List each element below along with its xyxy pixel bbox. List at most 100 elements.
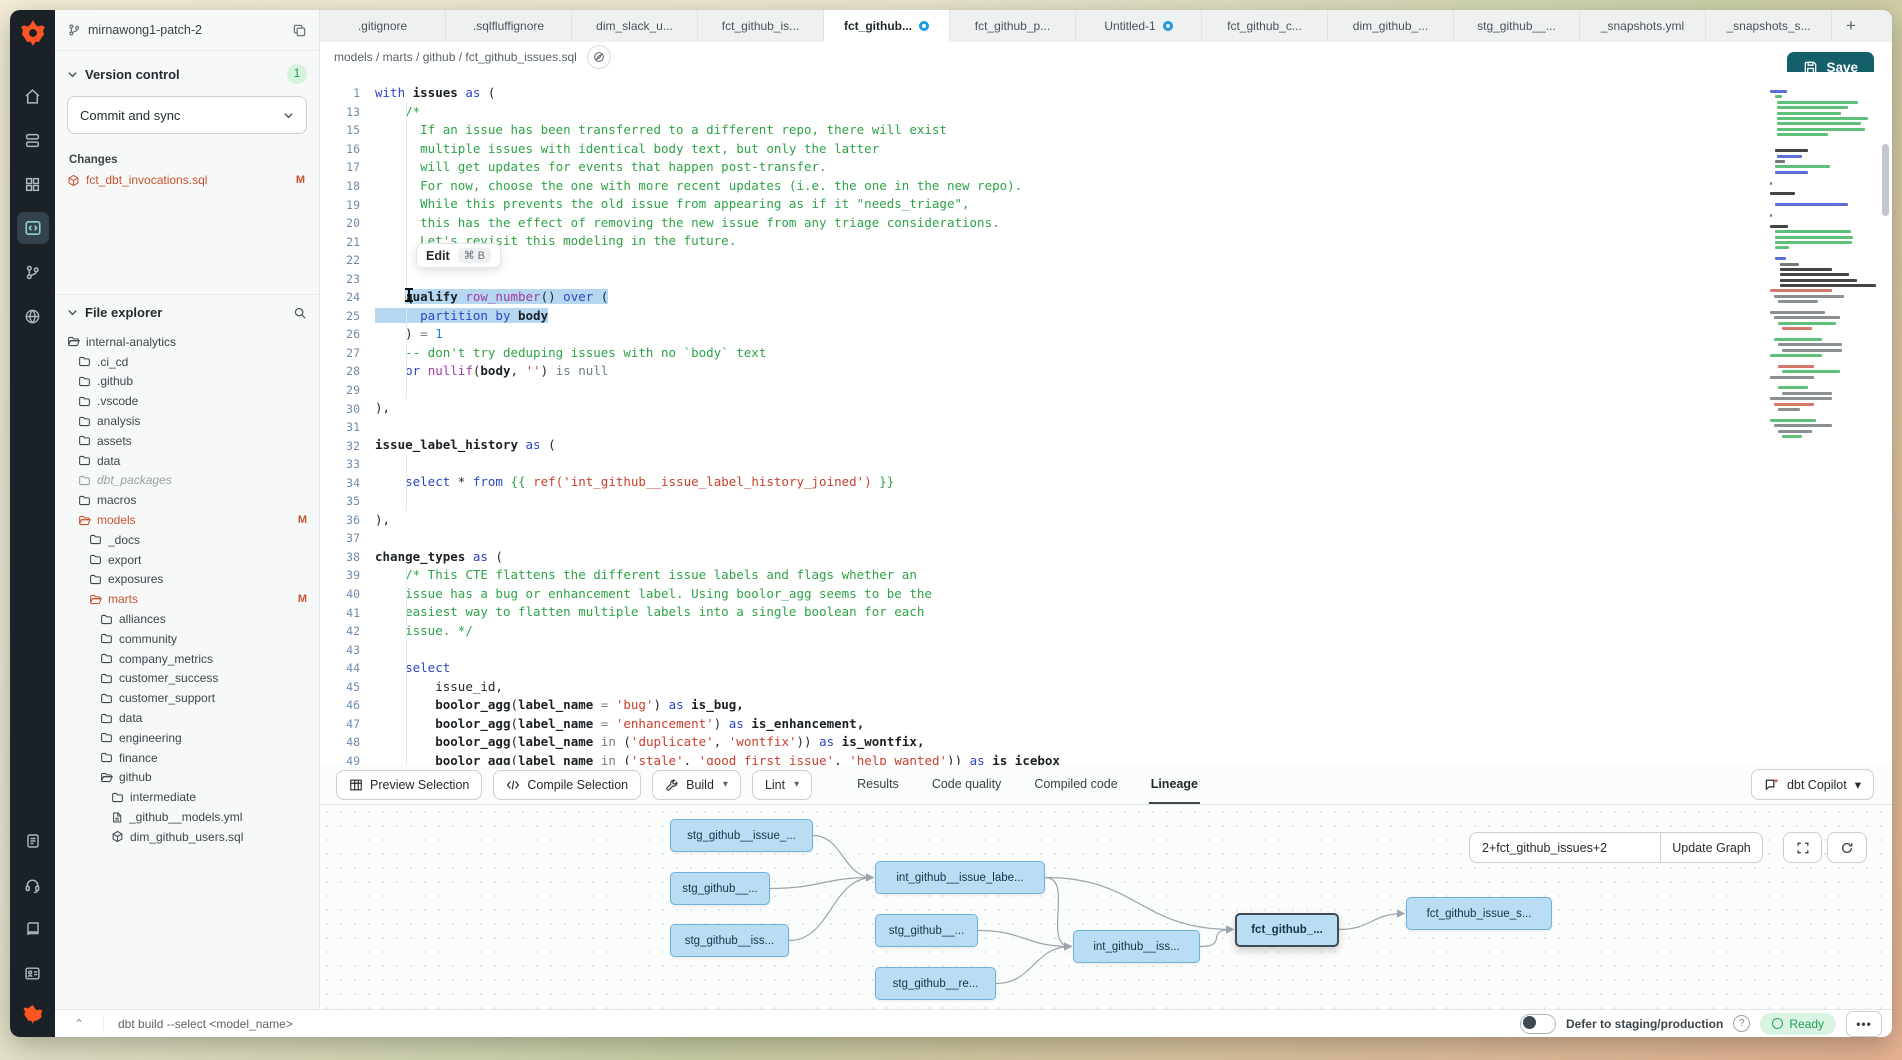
code-line-18[interactable]: 18 For now, choose the one with more rec… <box>320 177 1892 196</box>
lineage-node-int_github__iss[interactable]: int_github__iss... <box>1073 930 1200 963</box>
lineage-node-stg_github__[interactable]: stg_github__... <box>875 914 978 947</box>
overflow-menu-button[interactable]: ••• <box>1846 1011 1882 1037</box>
code-line-27[interactable]: 27 -- don't try deduping issues with no … <box>320 344 1892 363</box>
lineage-node-stg_github__iss[interactable]: stg_github__iss... <box>670 924 789 957</box>
edit-tooltip[interactable]: Edit ⌘ B <box>416 243 501 268</box>
code-line-44[interactable]: 44 select <box>320 659 1892 678</box>
breadcrumb-action-icon[interactable] <box>587 45 611 69</box>
editor-tab-Untitled-1[interactable]: Untitled-1 <box>1076 10 1202 42</box>
code-line-47[interactable]: 47 boolor_agg(label_name = 'enhancement'… <box>320 715 1892 734</box>
file-tree-item-marts[interactable]: martsM <box>55 589 319 609</box>
commit-and-sync-select[interactable]: Commit and sync <box>67 96 307 134</box>
editor-tab-.gitignore[interactable]: .gitignore <box>320 10 446 42</box>
search-icon[interactable] <box>293 306 307 320</box>
lineage-node-fct_github_[interactable]: fct_github_... <box>1235 913 1339 947</box>
file-tree-item-_docs[interactable]: _docs <box>55 530 319 550</box>
file-tree-item-models[interactable]: modelsM <box>55 510 319 530</box>
code-line-20[interactable]: 20 this has the effect of removing the n… <box>320 214 1892 233</box>
file-tree-item-dim_github_users.sql[interactable]: dim_github_users.sql <box>55 827 319 847</box>
file-tree-item-company_metrics[interactable]: company_metrics <box>55 649 319 669</box>
code-line-33[interactable]: 33 <box>320 455 1892 474</box>
lint-button[interactable]: Lint ▾ <box>752 770 812 800</box>
code-line-43[interactable]: 43 <box>320 640 1892 659</box>
file-tree-item-_github__models.yml[interactable]: _github__models.yml <box>55 807 319 827</box>
docs-book-icon[interactable] <box>17 913 49 945</box>
version-control-header[interactable]: Version control 1 <box>55 51 319 92</box>
editor-tab-dim_slack_u...[interactable]: dim_slack_u... <box>572 10 698 42</box>
file-tree-item-analysis[interactable]: analysis <box>55 411 319 431</box>
file-tree-item-macros[interactable]: macros <box>55 490 319 510</box>
home-icon[interactable] <box>17 80 49 112</box>
code-line-1[interactable]: 1with issues as ( <box>320 84 1892 103</box>
editor-tab-_snapshots.yml[interactable]: _snapshots.yml <box>1580 10 1706 42</box>
code-line-26[interactable]: 26 ) = 1 <box>320 325 1892 344</box>
file-tree-item-engineering[interactable]: engineering <box>55 728 319 748</box>
code-line-23[interactable]: 23 <box>320 269 1892 288</box>
file-tree-item-community[interactable]: community <box>55 629 319 649</box>
editor-scrollbar[interactable] <box>1881 72 1890 765</box>
cli-command-input[interactable]: dbt build --select <model_name> <box>104 1017 293 1031</box>
code-line-36[interactable]: 36), <box>320 511 1892 530</box>
tab-compiled-code[interactable]: Compiled code <box>1032 765 1119 804</box>
code-line-40[interactable]: 40 issue has a bug or enhancement label.… <box>320 585 1892 604</box>
lineage-node-int_github__issue_labe[interactable]: int_github__issue_labe... <box>875 861 1045 894</box>
copy-branch-icon[interactable] <box>292 23 307 38</box>
scrollbar-thumb[interactable] <box>1882 144 1889 216</box>
code-line-32[interactable]: 32issue_label_history as ( <box>320 436 1892 455</box>
update-graph-button[interactable]: Update Graph <box>1660 832 1763 863</box>
git-branch-icon[interactable] <box>17 256 49 288</box>
compile-selection-button[interactable]: Compile Selection <box>493 770 641 800</box>
new-tab-button[interactable]: + <box>1832 10 1870 42</box>
code-line-31[interactable]: 31 <box>320 418 1892 437</box>
code-line-25[interactable]: 25 partition by body <box>320 307 1892 326</box>
file-explorer-header[interactable]: File explorer <box>55 295 319 328</box>
file-tree-item-.ci_cd[interactable]: .ci_cd <box>55 352 319 372</box>
changed-file-row[interactable]: fct_dbt_invocations.sqlM <box>55 170 319 190</box>
file-tree-item-alliances[interactable]: alliances <box>55 609 319 629</box>
code-line-17[interactable]: 17 will get updates for events that happ… <box>320 158 1892 177</box>
expand-command-bar-button[interactable]: ⌃ <box>55 1017 104 1030</box>
fullscreen-button[interactable] <box>1783 832 1822 863</box>
file-tree-item-dbt_packages[interactable]: dbt_packages <box>55 471 319 491</box>
code-line-45[interactable]: 45 issue_id, <box>320 678 1892 697</box>
file-tree-item-exposures[interactable]: exposures <box>55 570 319 590</box>
editor-tab-stg_github__...[interactable]: stg_github__... <box>1454 10 1580 42</box>
file-tree-item-data[interactable]: data <box>55 451 319 471</box>
environments-icon[interactable] <box>17 124 49 156</box>
code-line-30[interactable]: 30), <box>320 399 1892 418</box>
code-line-13[interactable]: 13 /* <box>320 103 1892 122</box>
code-line-19[interactable]: 19 While this prevents the old issue fro… <box>320 195 1892 214</box>
file-tree-item-intermediate[interactable]: intermediate <box>55 787 319 807</box>
code-line-37[interactable]: 37 <box>320 529 1892 548</box>
code-line-16[interactable]: 16 multiple issues with identical body t… <box>320 140 1892 159</box>
minimap[interactable] <box>1770 90 1870 440</box>
refresh-graph-button[interactable] <box>1827 832 1867 863</box>
tab-lineage[interactable]: Lineage <box>1149 765 1200 804</box>
lineage-node-stg_github__re[interactable]: stg_github__re... <box>875 967 996 1000</box>
projects-grid-icon[interactable] <box>17 168 49 200</box>
code-line-42[interactable]: 42 issue. */ <box>320 622 1892 641</box>
editor-tab-.sqlfluffignore[interactable]: .sqlfluffignore <box>446 10 572 42</box>
code-line-48[interactable]: 48 boolor_agg(label_name in ('duplicate'… <box>320 733 1892 752</box>
file-tree-item-internal-analytics[interactable]: internal-analytics <box>55 332 319 352</box>
preview-selection-button[interactable]: Preview Selection <box>336 770 482 800</box>
file-tree-item-export[interactable]: export <box>55 550 319 570</box>
code-line-34[interactable]: 34 select * from {{ ref('int_github__iss… <box>320 473 1892 492</box>
code-line-21[interactable]: 21 Let's revisit this modeling in the fu… <box>320 232 1892 251</box>
code-line-41[interactable]: 41 easiest way to flatten multiple label… <box>320 603 1892 622</box>
code-line-15[interactable]: 15 If an issue has been transferred to a… <box>320 121 1892 140</box>
lineage-node-stg_github__issue_[interactable]: stg_github__issue_... <box>670 819 813 852</box>
ide-editor-icon[interactable] <box>17 212 49 244</box>
editor-tab-fct_github_is...[interactable]: fct_github_is... <box>698 10 824 42</box>
dbt-copilot-button[interactable]: dbt Copilot ▾ <box>1751 769 1874 800</box>
lineage-node-stg_github__[interactable]: stg_github__... <box>670 872 770 905</box>
file-tree-item-assets[interactable]: assets <box>55 431 319 451</box>
code-line-29[interactable]: 29 <box>320 381 1892 400</box>
file-tree-item-customer_support[interactable]: customer_support <box>55 688 319 708</box>
file-tree-item-.vscode[interactable]: .vscode <box>55 391 319 411</box>
code-line-35[interactable]: 35 <box>320 492 1892 511</box>
file-tree-item-customer_success[interactable]: customer_success <box>55 669 319 689</box>
build-button[interactable]: Build ▾ <box>652 770 741 800</box>
file-tree-item-finance[interactable]: finance <box>55 748 319 768</box>
code-line-22[interactable]: 22 <box>320 251 1892 270</box>
